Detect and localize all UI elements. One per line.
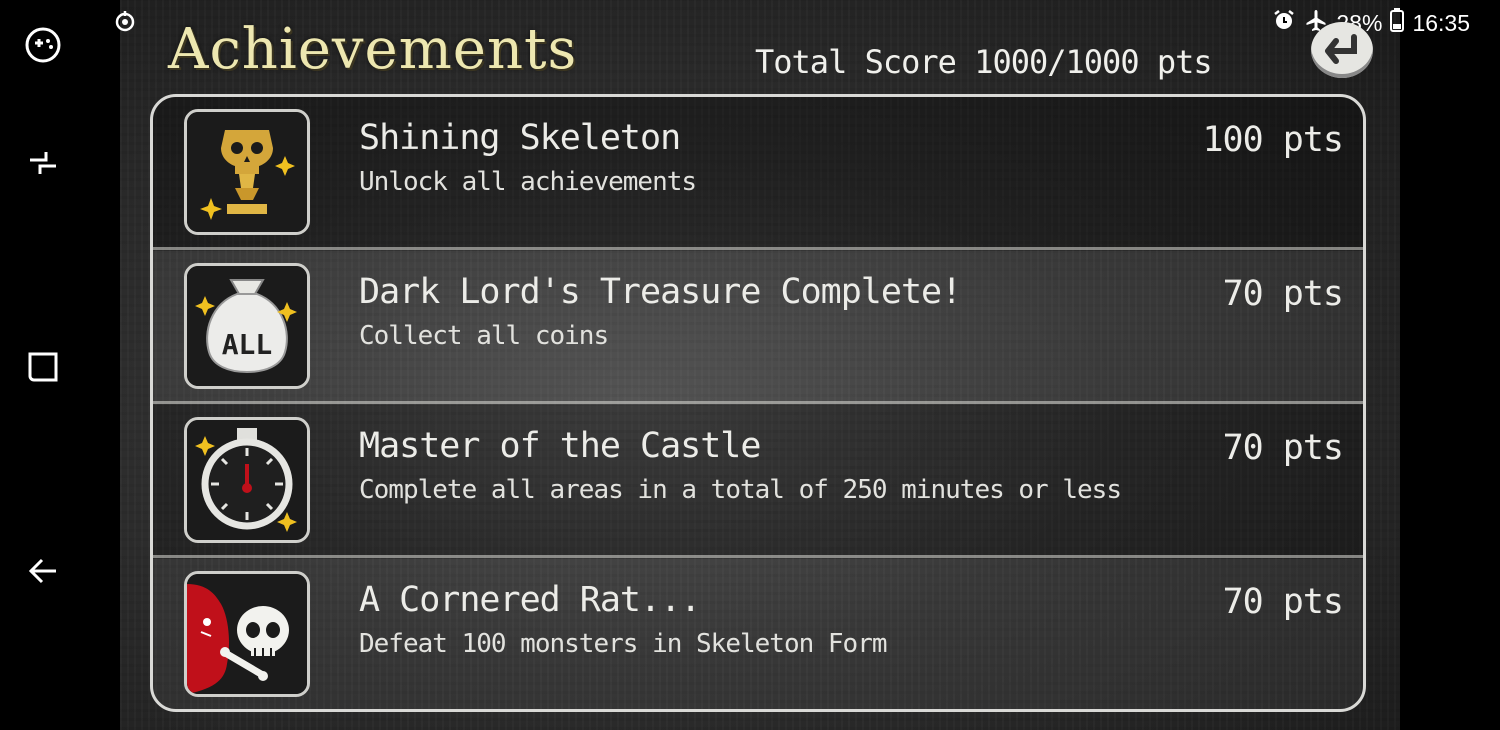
- page-title: Achievements: [168, 17, 578, 82]
- achievement-name: A Cornered Rat...: [359, 580, 701, 620]
- system-nav-bar: [0, 0, 85, 730]
- achievement-row[interactable]: ALL Dark Lord's Treasure Complete! Colle…: [153, 251, 1363, 404]
- recent-apps-icon[interactable]: [22, 142, 64, 184]
- achievement-description: Unlock all achievements: [359, 167, 697, 197]
- return-arrow-icon: [1325, 34, 1357, 64]
- battery-icon: [1390, 8, 1405, 38]
- achievement-points: 70 pts: [1222, 428, 1344, 468]
- status-bar: 28% 16:35: [1272, 8, 1470, 38]
- alarm-icon: [1272, 8, 1296, 38]
- golden-skull-trophy-icon: [184, 109, 310, 235]
- achievement-points: 100 pts: [1202, 120, 1344, 160]
- achievement-row[interactable]: Shining Skeleton Unlock all achievements…: [153, 97, 1363, 250]
- coin-bag-icon: ALL: [184, 263, 310, 389]
- return-button[interactable]: [1311, 22, 1373, 78]
- achievement-description: Defeat 100 monsters in Skeleton Form: [359, 629, 888, 659]
- back-arrow-icon[interactable]: [22, 550, 64, 592]
- achievement-list: Shining Skeleton Unlock all achievements…: [150, 94, 1366, 712]
- achievement-points: 70 pts: [1222, 274, 1344, 314]
- total-score: Total Score 1000/1000 pts: [755, 43, 1213, 81]
- clock: 16:35: [1412, 9, 1470, 36]
- achievement-description: Complete all areas in a total of 250 min…: [359, 475, 1122, 505]
- achievement-name: Dark Lord's Treasure Complete!: [359, 272, 962, 312]
- home-icon[interactable]: [22, 346, 64, 388]
- bag-label: ALL: [222, 328, 273, 361]
- achievement-name: Shining Skeleton: [359, 118, 681, 158]
- achievement-row[interactable]: A Cornered Rat... Defeat 100 monsters in…: [153, 559, 1363, 709]
- achievement-description: Collect all coins: [359, 321, 609, 351]
- achievement-name: Master of the Castle: [359, 426, 761, 466]
- stopwatch-icon: [184, 417, 310, 543]
- achievement-points: 70 pts: [1222, 582, 1344, 622]
- achievement-row[interactable]: Master of the Castle Complete all areas …: [153, 405, 1363, 558]
- sync-icon: [113, 9, 137, 37]
- right-margin: [1400, 0, 1500, 730]
- game-tools-icon[interactable]: [22, 24, 64, 66]
- skeleton-vs-monster-icon: [184, 571, 310, 697]
